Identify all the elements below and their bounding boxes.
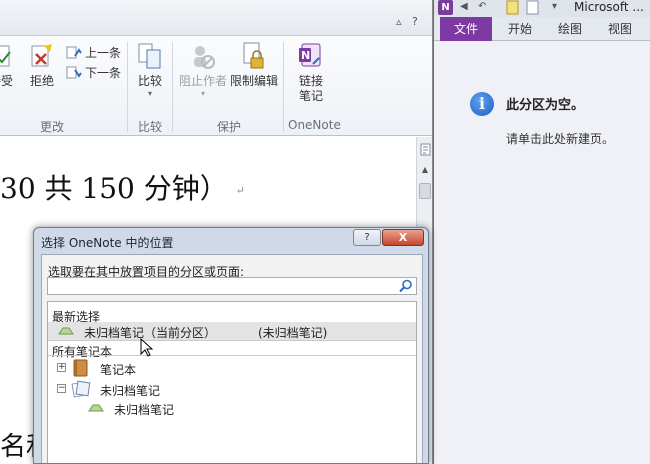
previous-change-button[interactable]: 上一条 <box>66 44 121 61</box>
section-item-unfiled-notes[interactable]: 未归档笔记 <box>48 399 416 417</box>
svg-text:N: N <box>301 49 310 62</box>
block-authors-label: 阻止作者 <box>178 74 227 88</box>
dialog-help-button[interactable]: ? <box>353 229 381 246</box>
notebook-name: 未归档笔记 <box>100 384 161 398</box>
group-label-compare: 比较 <box>138 120 163 134</box>
word-ribbon: 接受 拒绝 上一条 下一条 更改 比较 ▾ 比较 阻止作者 ▾ <box>0 36 432 136</box>
dialog-close-button[interactable]: X <box>382 229 424 246</box>
group-label-onenote: OneNote <box>288 118 341 132</box>
search-icon[interactable] <box>399 279 413 293</box>
word-title-bar: ▵ ? <box>0 0 432 36</box>
reject-button[interactable]: 拒绝 <box>26 44 58 89</box>
onenote-app-icon: N <box>438 0 453 15</box>
scroll-thumb[interactable] <box>419 183 431 199</box>
document-text-line: 30 共 150 分钟） ↵ <box>0 167 245 207</box>
notebook-item-notebook[interactable]: + 笔记本 <box>48 359 416 377</box>
compare-button[interactable]: 比较 ▾ <box>134 42 166 98</box>
dialog-body: 选取要在其中放置项目的分区或页面: 最新选择 未归档笔记（当前分区） (未归档笔… <box>41 254 423 463</box>
previous-change-icon <box>66 46 82 58</box>
accept-icon <box>0 45 11 67</box>
empty-section-title: 此分区为空。 <box>506 98 585 113</box>
location-tree[interactable]: 最新选择 未归档笔记（当前分区） (未归档笔记) 所有笔记本 + 笔记本 − 未… <box>47 301 417 463</box>
block-authors-button[interactable]: 阻止作者 ▾ <box>178 42 228 98</box>
dock-to-desktop-icon[interactable] <box>506 0 520 16</box>
collapse-icon[interactable]: − <box>57 384 66 393</box>
notebook-name: 笔记本 <box>100 363 137 377</box>
tab-draw[interactable]: 绘图 <box>552 17 588 41</box>
linked-notes-button[interactable]: N 链接 笔记 <box>292 42 330 104</box>
previous-change-label: 上一条 <box>85 46 122 60</box>
search-input[interactable] <box>47 277 417 295</box>
back-icon[interactable]: ◀ <box>460 1 468 12</box>
block-authors-icon <box>194 46 215 69</box>
block-authors-dropdown-icon: ▾ <box>200 89 205 98</box>
full-page-view-icon[interactable] <box>526 0 540 16</box>
onenote-icon: N <box>299 43 321 67</box>
onenote-window-title: Microsoft ... <box>574 0 644 14</box>
create-new-page-hint[interactable]: 请单击此处新建页。 <box>506 130 614 147</box>
accept-label: 接受 <box>0 74 13 88</box>
onenote-title-bar: N ◀ ↶ ▾ Microsoft ... <box>434 0 650 17</box>
section-tab-icon <box>88 404 104 412</box>
info-icon: i <box>470 92 494 116</box>
ribbon-separator <box>283 42 284 132</box>
tree-divider <box>48 340 416 341</box>
next-change-button[interactable]: 下一条 <box>66 64 121 81</box>
restrict-editing-button[interactable]: 限制编辑 <box>228 42 280 89</box>
tab-file[interactable]: 文件 <box>440 17 492 41</box>
notebook-item-unfiled-notes[interactable]: − 未归档笔记 <box>48 380 416 398</box>
notebook-icon <box>73 359 88 377</box>
group-label-changes: 更改 <box>40 120 65 134</box>
recent-item-unfiled-notes[interactable]: 未归档笔记（当前分区） (未归档笔记) <box>48 322 416 340</box>
lock-document-icon <box>243 42 264 69</box>
section-name: 未归档笔记 <box>114 403 175 417</box>
document-text: 30 共 150 分钟） <box>0 172 228 205</box>
restrict-editing-label: 限制编辑 <box>229 74 278 88</box>
dialog-title: 选择 OneNote 中的位置 <box>41 236 174 250</box>
group-label-protect: 保护 <box>217 120 242 134</box>
help-icon[interactable]: ? <box>412 15 418 28</box>
ruler-toggle-icon[interactable] <box>420 143 432 157</box>
onenote-window: N ◀ ↶ ▾ Microsoft ... 文件 开始 绘图 视图 i 此分区为… <box>434 0 650 464</box>
recent-item-path: (未归档笔记) <box>258 326 328 340</box>
reject-label: 拒绝 <box>29 74 54 88</box>
accept-button[interactable]: 接受 <box>0 44 18 89</box>
compare-icon <box>138 43 161 69</box>
ribbon-separator <box>127 42 128 132</box>
expand-icon[interactable]: + <box>57 363 66 372</box>
next-change-label: 下一条 <box>85 66 122 80</box>
minimize-ribbon-icon[interactable]: ▵ <box>396 15 402 28</box>
customize-toolbar-icon[interactable]: ▾ <box>552 1 557 12</box>
scroll-up-arrow-icon[interactable]: ▲ <box>419 165 431 177</box>
reject-icon <box>31 44 52 67</box>
mouse-cursor-icon <box>140 338 154 357</box>
linked-notes-label-line2: 笔记 <box>298 89 323 103</box>
undo-icon[interactable]: ↶ <box>478 1 486 12</box>
all-notebooks-header: 所有笔记本 <box>52 345 113 359</box>
tree-divider <box>48 355 416 356</box>
section-tab-icon <box>58 327 74 335</box>
unfiled-notes-icon <box>71 380 91 398</box>
select-location-dialog: 选择 OneNote 中的位置 ? X 选取要在其中放置项目的分区或页面: 最新… <box>33 227 429 464</box>
paragraph-mark: ↵ <box>235 184 245 197</box>
ribbon-separator <box>172 42 173 132</box>
compare-label: 比较 <box>137 74 162 88</box>
next-change-icon <box>66 66 82 78</box>
onenote-ribbon-tabs: 文件 开始 绘图 视图 <box>434 17 650 41</box>
tab-home[interactable]: 开始 <box>502 17 538 41</box>
tab-view[interactable]: 视图 <box>602 17 638 41</box>
linked-notes-label-line1: 链接 <box>298 74 323 88</box>
compare-dropdown-icon: ▾ <box>147 89 152 98</box>
